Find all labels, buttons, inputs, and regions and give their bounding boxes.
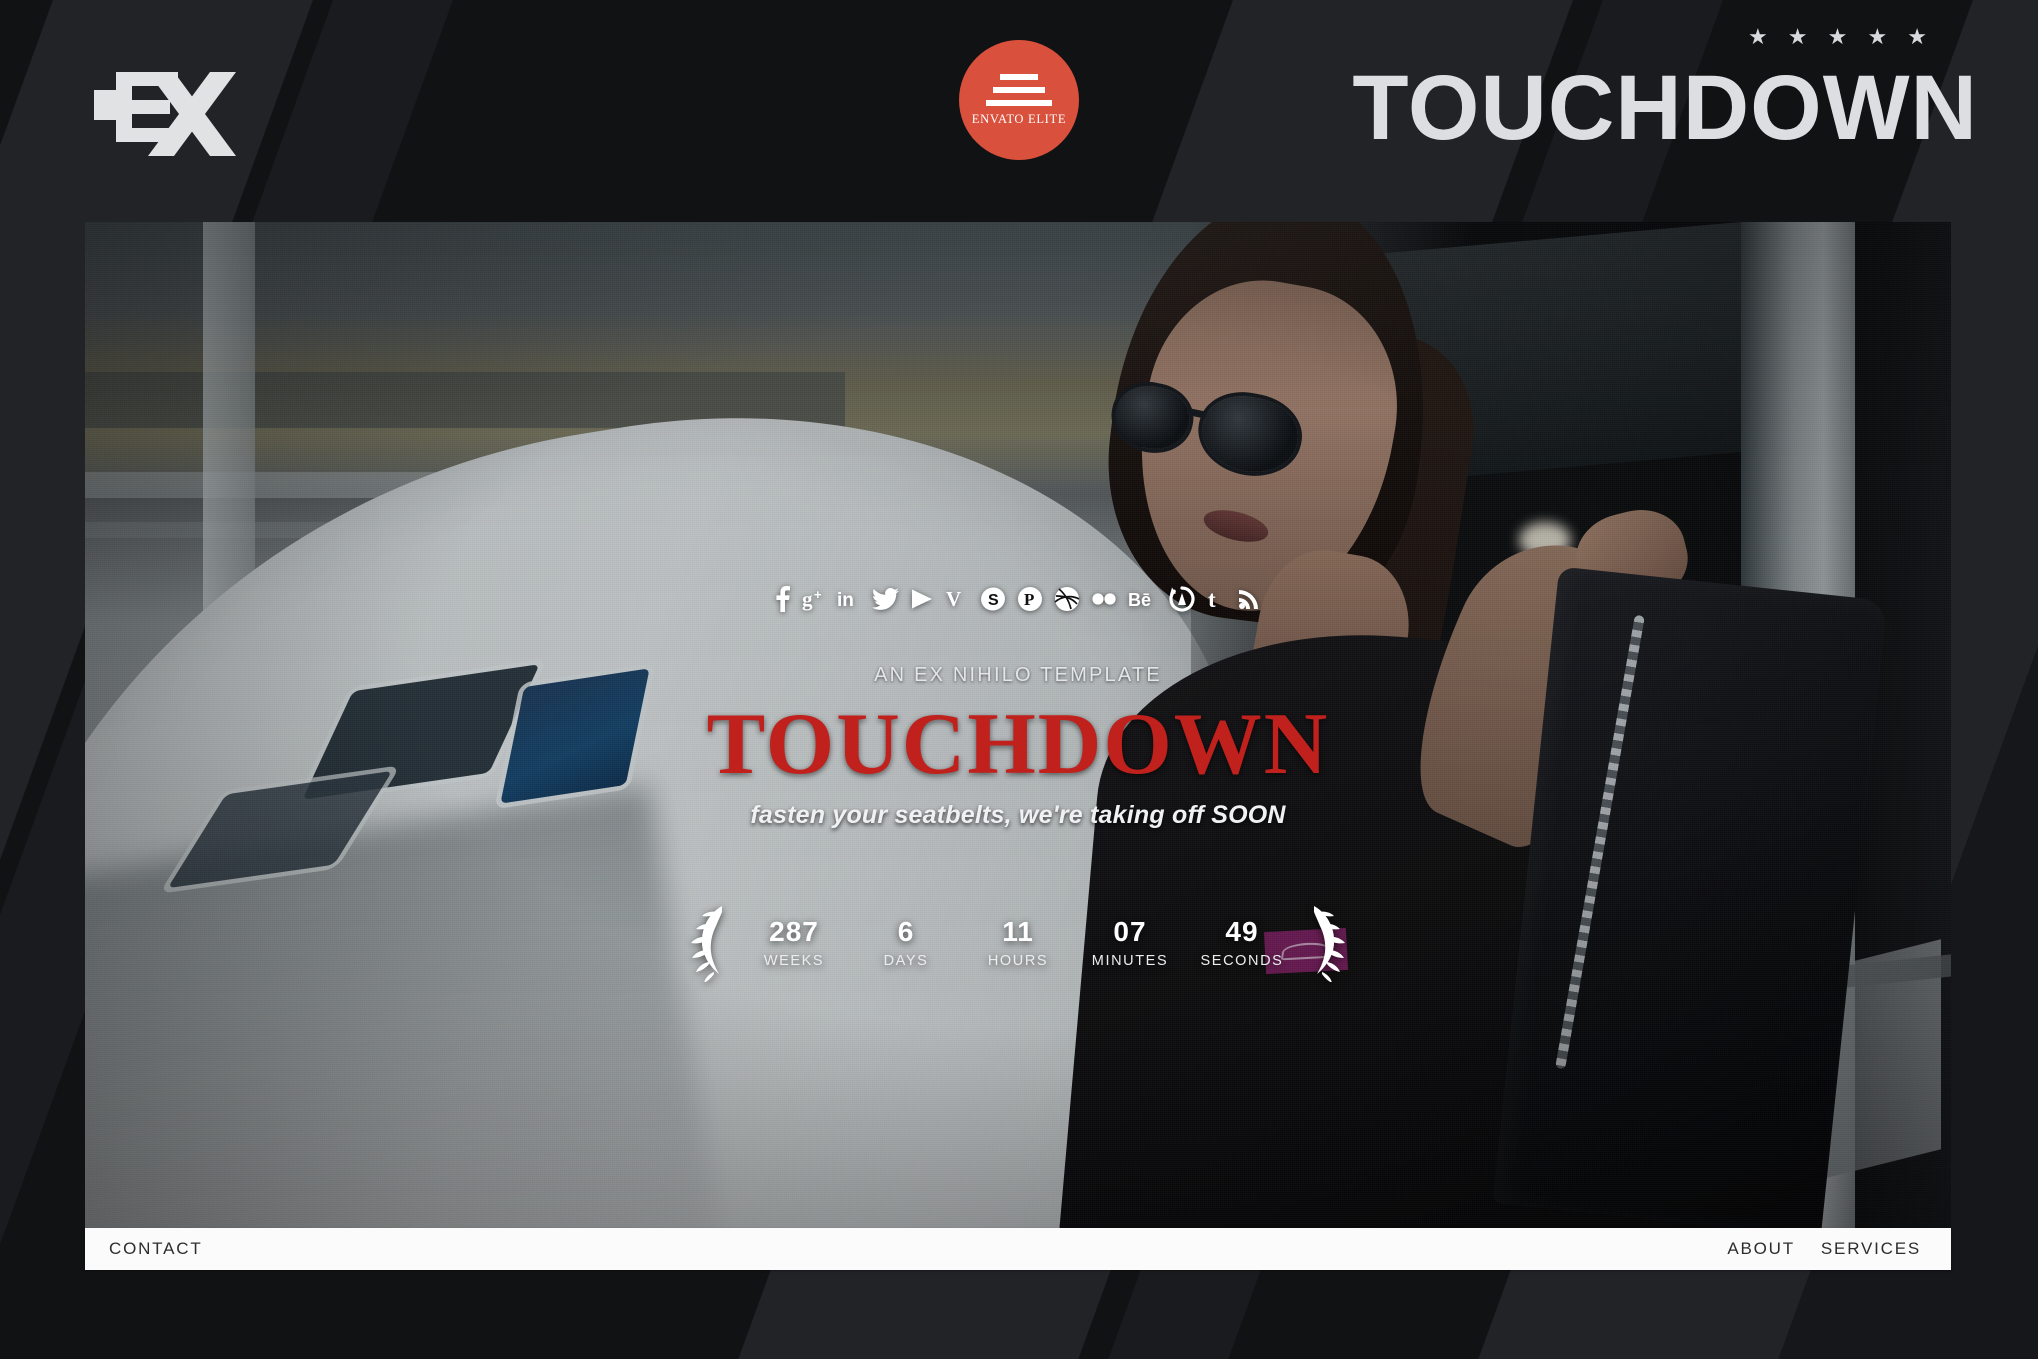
rating-stars: ★ ★ ★ ★ ★ — [1747, 24, 1934, 49]
svg-text:Bē: Bē — [1128, 590, 1151, 610]
svg-text:P: P — [1024, 590, 1034, 609]
svg-text:t: t — [1208, 587, 1216, 611]
countdown-value: 6 — [897, 915, 915, 947]
countdown-value: 287 — [769, 915, 819, 947]
hero-eyebrow: AN EX NIHILO TEMPLATE — [874, 664, 1162, 686]
laurel-wreath-icon — [1314, 906, 1345, 983]
countdown-label: SECONDS — [1200, 952, 1284, 969]
footer-bar: CONTACT ABOUT SERVICES — [85, 1228, 1951, 1270]
brand-title: TOUCHDOWN — [1352, 57, 1978, 159]
footer-right-links: ABOUT SERVICES — [1727, 1239, 1921, 1259]
countdown-label: HOURS — [987, 952, 1049, 969]
pinterest-icon[interactable]: P — [1017, 584, 1043, 614]
laurel-wreath-icon — [691, 906, 722, 983]
countdown-value: 07 — [1113, 915, 1147, 947]
vimeo-icon[interactable]: V — [945, 584, 969, 614]
svg-text:V: V — [946, 587, 961, 611]
behance-icon[interactable]: Bē — [1128, 584, 1158, 614]
envato-elite-badge[interactable]: ENVATO ELITE — [959, 40, 1079, 160]
ex-monogram-logo[interactable] — [86, 56, 236, 156]
page-header: ENVATO ELITE ★ ★ ★ ★ ★ TOUCHDOWN — [0, 0, 2038, 222]
social-links-row: g + in V S P Bē t — [775, 582, 1261, 616]
twitter-icon[interactable] — [872, 584, 899, 614]
footer-link-services[interactable]: SERVICES — [1821, 1239, 1921, 1259]
rss-icon[interactable] — [1237, 584, 1261, 614]
google-plus-icon[interactable]: g + — [802, 584, 826, 614]
hero-subtitle: fasten your seatbelts, we're taking off … — [750, 801, 1286, 830]
deviantart-rotate-icon[interactable] — [1169, 584, 1195, 614]
countdown-unit: 07 MINUTES — [1074, 916, 1186, 969]
flickr-icon[interactable] — [1091, 584, 1117, 614]
footer-link-contact[interactable]: CONTACT — [109, 1239, 203, 1259]
countdown-timer: 287 WEEKS 6 DAYS 11 HOURS 07 MINUTES 49 … — [678, 902, 1358, 983]
countdown-label: MINUTES — [1091, 952, 1169, 969]
countdown-label: DAYS — [883, 952, 929, 969]
svg-text:in: in — [837, 590, 854, 611]
countdown-value: 49 — [1225, 915, 1259, 947]
countdown-label: WEEKS — [763, 952, 825, 969]
brand-block: ★ ★ ★ ★ ★ TOUCHDOWN — [1352, 26, 1978, 156]
envato-badge-label: ENVATO ELITE — [971, 111, 1067, 126]
hero-photo-frame: g + in V S P Bē t AN EX NIHILO TEMPLATE … — [85, 222, 1951, 1228]
linkedin-icon[interactable]: in — [837, 584, 861, 614]
countdown-unit: 49 SECONDS — [1186, 916, 1298, 969]
envato-elite-bars-icon — [986, 73, 1052, 106]
footer-link-about[interactable]: ABOUT — [1727, 1239, 1795, 1259]
countdown-value: 11 — [1002, 915, 1034, 947]
tumblr-icon[interactable]: t — [1206, 584, 1226, 614]
countdown-unit: 11 HOURS — [962, 916, 1074, 969]
dribbble-icon[interactable] — [1054, 584, 1080, 614]
hero-content: g + in V S P Bē t AN EX NIHILO TEMPLATE … — [85, 222, 1951, 1228]
svg-text:g: g — [802, 587, 813, 611]
facebook-icon[interactable] — [775, 584, 791, 614]
youtube-play-icon[interactable] — [910, 584, 934, 614]
hero-title: TOUCHDOWN — [706, 696, 1330, 793]
svg-text:+: + — [814, 587, 822, 602]
countdown-unit: 6 DAYS — [850, 916, 962, 969]
countdown-unit: 287 WEEKS — [738, 916, 850, 969]
skype-icon[interactable]: S — [980, 584, 1006, 614]
svg-text:S: S — [988, 592, 999, 609]
